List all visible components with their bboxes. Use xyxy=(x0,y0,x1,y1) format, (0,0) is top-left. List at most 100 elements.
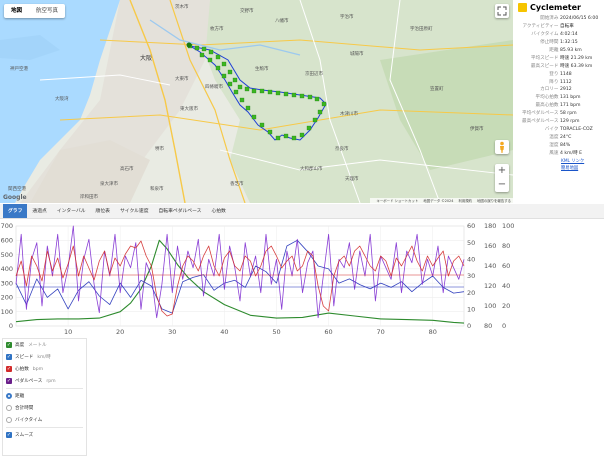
x-tick-label: 60 xyxy=(324,328,332,336)
summary-row: 温度 24°C xyxy=(513,134,604,142)
map-label-hirakata: 枚方市 xyxy=(210,25,224,32)
x-axis-option[interactable]: 距離 xyxy=(3,390,86,402)
tab-2[interactable]: インターバル xyxy=(52,204,91,218)
zoom-control: + − xyxy=(495,164,509,192)
series-toggle[interactable]: ✓ 心拍数 bpm xyxy=(3,363,86,375)
summary-value: 171 bpm xyxy=(560,103,581,109)
summary-row: バイクタイム 4:02:14 xyxy=(513,31,604,39)
y-tick-label: 300 xyxy=(1,279,13,287)
tab-3[interactable]: 順位表 xyxy=(91,204,115,218)
x-axis-option[interactable]: 合計時間 xyxy=(3,402,86,414)
summary-key: 停止時間 xyxy=(540,39,559,45)
series-unit: bpm xyxy=(32,366,44,372)
map-view-button[interactable]: 地図 xyxy=(4,4,29,18)
summary-value: 2912 xyxy=(560,87,572,93)
y-tick-label: 50 xyxy=(467,239,475,247)
summary-key: バイク xyxy=(544,127,559,133)
map-label-ibaraki: 茨木市 xyxy=(175,3,189,10)
summary-key: 最高ペダルペース xyxy=(521,119,559,125)
zoom-out-button[interactable]: − xyxy=(495,178,509,192)
map-label-joyo: 城陽市 xyxy=(350,50,364,57)
summary-key: バイクタイム xyxy=(531,31,559,37)
x-axis-options: 距離 合計時間 バイクタイム xyxy=(3,390,86,426)
smooth-toggle[interactable]: ✓ スムーズ xyxy=(3,429,86,441)
summary-row: 風速 4 km/時 E xyxy=(513,150,604,158)
kml-link[interactable]: KML リンク xyxy=(513,158,604,165)
map-label-kyotanabe: 京田辺市 xyxy=(305,70,323,77)
map-label-daito: 大東市 xyxy=(175,75,189,82)
x-tick-label: 30 xyxy=(168,328,176,336)
fullscreen-icon xyxy=(497,6,507,16)
y-tick-label: 200 xyxy=(1,294,13,302)
street-view-button[interactable] xyxy=(495,140,509,154)
summary-value: 24°C xyxy=(560,135,572,141)
report-error-link[interactable]: 地図の誤りを報告する xyxy=(477,199,511,203)
tab-0[interactable]: グラフ xyxy=(3,204,28,218)
summary-value: 2024/06/15 6:00 xyxy=(560,16,599,21)
legend-divider xyxy=(6,427,83,428)
cyclemeter-logo-icon xyxy=(518,3,527,12)
x-tick-label: 10 xyxy=(64,328,72,336)
data-tabs: グラフ 通過点 インターバル 順位表 サイクル速度 自転車ペダルペース 心拍数 xyxy=(0,204,604,219)
y-tick-label: 120 xyxy=(484,282,496,290)
route-map[interactable]: 大阪湾 茨木市 交野市 枚方市 八幡市 宇治市 城陽市 京田辺市 木津川市 奈良… xyxy=(0,0,513,203)
radio-icon[interactable] xyxy=(6,405,12,411)
map-label-izumiotsu: 泉大津市 xyxy=(100,180,118,187)
summary-value: 84% xyxy=(560,143,571,148)
series-toggle[interactable]: ✓ 高度 メートル xyxy=(3,339,86,351)
checkbox-icon[interactable]: ✓ xyxy=(6,342,12,348)
radio-icon[interactable] xyxy=(6,417,12,423)
ride-chart[interactable]: 10 20 30 40 50 60 70 80010020030040050060070001… xyxy=(0,220,604,336)
summary-key: 登り xyxy=(549,71,559,77)
keyboard-shortcuts-link[interactable]: キーボード ショートカット xyxy=(376,199,418,203)
map-label-katano: 交野市 xyxy=(240,7,254,14)
y-tick-label: 600 xyxy=(1,236,13,244)
x-tick-label: 50 xyxy=(272,328,280,336)
x-axis-option[interactable]: バイクタイム xyxy=(3,414,86,426)
tab-6[interactable]: 心拍数 xyxy=(206,204,230,218)
zoom-in-button[interactable]: + xyxy=(495,164,509,178)
y-tick-label: 140 xyxy=(484,262,496,270)
series-unit: km/時 xyxy=(37,355,51,360)
summary-value: 4:02:14 xyxy=(560,31,578,37)
series-toggle[interactable]: ✓ スピード km/時 xyxy=(3,351,86,363)
y-tick-label: 80 xyxy=(502,242,510,250)
summary-rows: 開始済み 2024/06/15 6:00 アクティビティー 自転車 バイクタイム 4:02… xyxy=(513,15,604,158)
map-label-higashiosaka: 東大阪市 xyxy=(180,105,198,112)
terms-link[interactable]: 利用規約 xyxy=(458,199,472,203)
checkbox-icon[interactable]: ✓ xyxy=(6,432,12,438)
map-data-label: 地図データ ©2024 xyxy=(423,199,454,203)
y-tick-label: 60 xyxy=(502,262,510,270)
summary-key: 平均心拍数 xyxy=(535,95,559,101)
y-tick-label: 40 xyxy=(467,256,475,264)
checkbox-icon[interactable]: ✓ xyxy=(6,354,12,360)
summary-key: 最高スピード xyxy=(530,63,559,69)
map-label-kasagi: 笠置町 xyxy=(430,85,444,92)
checkbox-icon[interactable]: ✓ xyxy=(6,366,12,372)
radio-icon[interactable] xyxy=(6,393,12,399)
map-label-kashiba: 香芝市 xyxy=(230,180,244,187)
start-marker[interactable] xyxy=(186,42,192,48)
y-tick-label: 0 xyxy=(9,322,13,330)
tab-4[interactable]: サイクル速度 xyxy=(115,204,154,218)
series-toggle[interactable]: ✓ ペダルペース rpm xyxy=(3,375,86,387)
series-label: スピード xyxy=(15,355,34,360)
map-label-kobe-airport: 神戸空港 xyxy=(10,65,28,72)
summary-key: カロリー xyxy=(540,87,559,93)
summary-key: 平均スピード xyxy=(530,55,559,61)
satellite-view-button[interactable]: 航空写真 xyxy=(29,4,65,18)
map-label-kizugawa: 木津川市 xyxy=(340,110,358,117)
map-label-nara: 奈良市 xyxy=(335,145,349,152)
y-tick-label: 100 xyxy=(1,308,13,316)
tab-1[interactable]: 通過点 xyxy=(27,204,51,218)
tab-5[interactable]: 自転車ペダルペース xyxy=(154,204,207,218)
summary-row: 平均ペダルペース 58 rpm xyxy=(513,110,604,118)
series-label: 高度 xyxy=(15,343,25,348)
summary-value: TORACLE-COZ xyxy=(560,127,593,133)
simple-map-link[interactable]: 簡易地図 xyxy=(513,165,604,172)
y-tick-label: 100 xyxy=(502,222,514,230)
fullscreen-button[interactable] xyxy=(495,4,509,18)
summary-row: 最高心拍数 171 bpm xyxy=(513,102,604,110)
checkbox-icon[interactable]: ✓ xyxy=(6,378,12,384)
summary-row: 登り 1148 xyxy=(513,71,604,79)
